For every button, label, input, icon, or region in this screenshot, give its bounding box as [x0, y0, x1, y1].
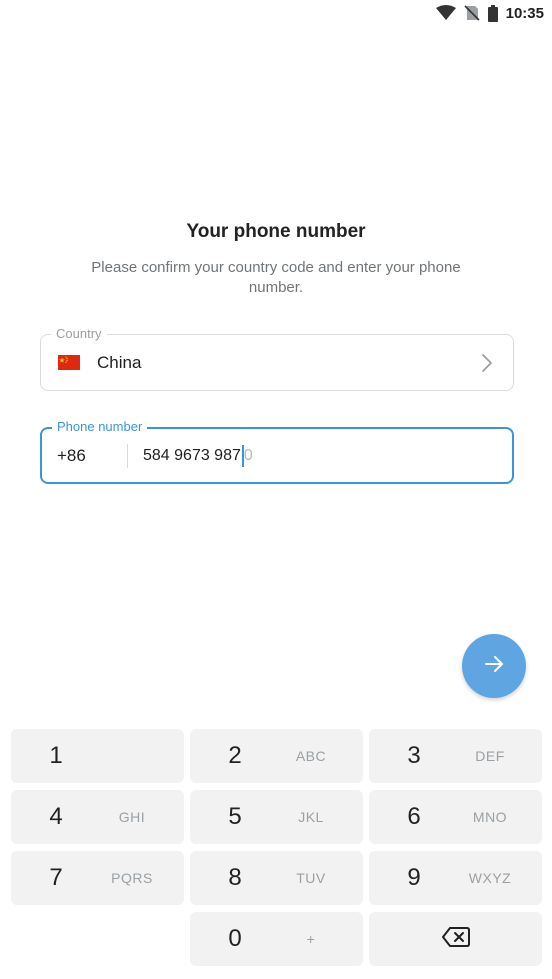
country-field-label: Country	[51, 326, 107, 342]
backspace-icon	[441, 926, 470, 952]
key-9[interactable]: 9 WXYZ	[369, 851, 542, 905]
key-digit: 0	[228, 925, 242, 952]
status-bar: 10:35	[0, 0, 552, 26]
key-letters: MNO	[472, 809, 508, 825]
key-letters: DEF	[475, 748, 505, 764]
key-5[interactable]: 5 JKL	[190, 790, 363, 844]
battery-icon	[487, 4, 498, 22]
country-selector[interactable]: Country China	[40, 326, 514, 391]
key-digit: 3	[407, 742, 421, 769]
china-flag-icon	[58, 355, 80, 370]
key-6[interactable]: 6 MNO	[369, 790, 542, 844]
page-title: Your phone number	[186, 221, 366, 242]
key-letters: WXYZ	[468, 870, 512, 886]
phone-number-hint: 0	[243, 446, 253, 464]
numeric-keypad: 1 2 ABC 3 DEF 4 GHI 5 JKL 6 MNO 7 PQRS 8…	[0, 722, 552, 979]
status-time: 10:35	[505, 4, 544, 22]
key-1[interactable]: 1	[11, 729, 184, 783]
key-7[interactable]: 7 PQRS	[11, 851, 184, 905]
key-2[interactable]: 2 ABC	[190, 729, 363, 783]
key-8[interactable]: 8 TUV	[190, 851, 363, 905]
key-digit: 4	[49, 803, 63, 830]
page-subtitle: Please confirm your country code and ent…	[91, 259, 461, 296]
key-letters: ABC	[295, 748, 327, 764]
phone-number-input[interactable]: 584 9673 987 0	[143, 444, 253, 467]
country-name: China	[97, 352, 142, 372]
key-letters: GHI	[118, 809, 146, 825]
phone-number-field[interactable]: Phone number +86 584 9673 987 0	[40, 419, 514, 484]
key-letters: +	[306, 931, 316, 947]
key-digit: 2	[228, 742, 242, 769]
key-4[interactable]: 4 GHI	[11, 790, 184, 844]
key-digit: 5	[228, 803, 242, 830]
backspace-button[interactable]	[369, 912, 542, 966]
phone-field-label: Phone number	[52, 419, 148, 435]
next-button[interactable]	[462, 634, 526, 698]
key-digit: 1	[49, 742, 63, 769]
key-letters: TUV	[296, 870, 326, 886]
key-digit: 9	[407, 864, 421, 891]
key-digit: 8	[228, 864, 242, 891]
country-code-input[interactable]: +86	[57, 446, 127, 466]
chevron-right-icon	[481, 353, 493, 378]
field-divider	[127, 443, 128, 468]
key-3[interactable]: 3 DEF	[369, 729, 542, 783]
no-sim-icon	[464, 5, 480, 21]
key-0[interactable]: 0 +	[190, 912, 363, 966]
key-letters: JKL	[298, 809, 324, 825]
key-digit: 6	[407, 803, 421, 830]
key-letters: PQRS	[111, 870, 153, 886]
phone-number-value: 584 9673 987	[143, 446, 241, 464]
arrow-right-icon	[483, 653, 505, 680]
wifi-icon	[435, 5, 456, 21]
key-digit: 7	[49, 864, 63, 891]
